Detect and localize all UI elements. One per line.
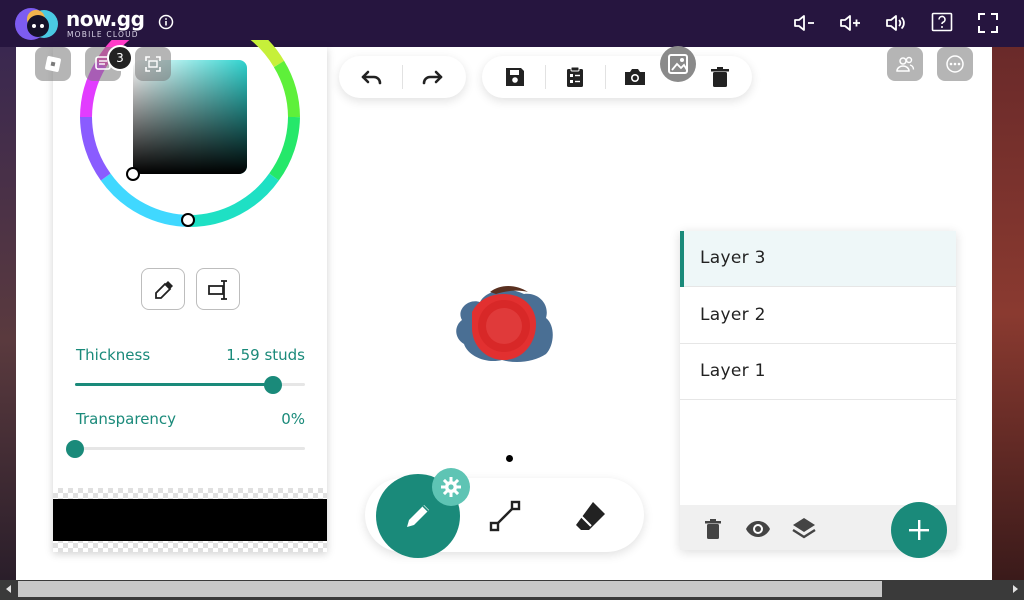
layer-label: Layer 1 xyxy=(700,361,766,381)
save-icon[interactable] xyxy=(502,64,528,90)
text-tool-button[interactable] xyxy=(196,268,240,310)
add-layer-button[interactable] xyxy=(891,502,947,558)
more-options-button[interactable] xyxy=(937,47,973,81)
roblox-menu-button[interactable] xyxy=(35,47,71,81)
scroll-left-icon[interactable] xyxy=(4,584,14,594)
brand-subtitle: MOBILE CLOUD xyxy=(67,30,139,39)
screenshot-mode-icon xyxy=(145,56,161,72)
volume-down-icon[interactable] xyxy=(792,11,816,35)
transparency-slider-handle[interactable] xyxy=(66,440,84,458)
redo-icon[interactable] xyxy=(419,64,445,90)
visibility-icon[interactable] xyxy=(745,516,771,542)
fullscreen-icon[interactable] xyxy=(976,11,1000,35)
canvas-drawing xyxy=(456,286,553,362)
text-cursor-icon xyxy=(208,280,227,300)
scrollbar-thumb[interactable] xyxy=(18,581,882,597)
speaker-icon[interactable] xyxy=(884,11,908,35)
info-icon[interactable] xyxy=(158,14,174,30)
background-left-edge xyxy=(0,47,16,580)
toolbar-divider xyxy=(545,65,546,89)
clipboard-icon[interactable] xyxy=(562,64,588,90)
volume-up-icon[interactable] xyxy=(838,11,862,35)
file-toolbar xyxy=(482,56,752,98)
delete-layer-icon[interactable] xyxy=(700,516,726,542)
layer-label: Layer 3 xyxy=(700,248,766,268)
gear-icon xyxy=(441,477,461,497)
trash-icon[interactable] xyxy=(707,64,733,90)
toolbar-divider xyxy=(605,65,606,89)
layers-icon[interactable] xyxy=(791,516,817,542)
thickness-label: Thickness xyxy=(76,346,151,364)
eraser-icon[interactable] xyxy=(573,498,609,534)
chat-count-badge: 3 xyxy=(107,45,133,71)
tool-settings-button[interactable] xyxy=(432,468,470,506)
layer-row[interactable]: Layer 1 xyxy=(680,344,956,400)
transparency-slider-track[interactable] xyxy=(75,447,305,450)
thickness-slider-handle[interactable] xyxy=(263,376,282,394)
roblox-logo-icon xyxy=(45,56,61,72)
toolbar-divider xyxy=(402,65,403,89)
brand-name: now.gg xyxy=(66,7,145,31)
scroll-right-icon[interactable] xyxy=(1010,584,1020,594)
screenshot-mode-button[interactable] xyxy=(135,47,171,81)
undo-icon[interactable] xyxy=(359,64,385,90)
thickness-slider-fill xyxy=(75,383,273,386)
canvas-cursor-dot xyxy=(506,455,513,462)
friends-button[interactable] xyxy=(887,47,923,81)
pencil-icon xyxy=(407,505,429,527)
friends-icon xyxy=(896,56,915,72)
active-layer-indicator xyxy=(680,231,684,287)
line-icon[interactable] xyxy=(488,499,522,533)
thickness-value: 1.59 studs xyxy=(226,346,305,364)
add-layer-icon xyxy=(909,520,929,540)
background-right-edge xyxy=(992,47,1024,580)
history-toolbar xyxy=(339,56,466,98)
nowgg-logo-icon xyxy=(15,8,58,40)
eyedropper-icon xyxy=(155,281,173,299)
layer-label: Layer 2 xyxy=(700,305,766,325)
current-color-preview xyxy=(53,499,327,541)
layer-row[interactable]: Layer 3 xyxy=(680,231,956,287)
camera-icon[interactable] xyxy=(622,64,648,90)
help-icon[interactable] xyxy=(930,11,954,35)
image-import-button[interactable] xyxy=(660,46,696,82)
layer-row[interactable]: Layer 2 xyxy=(680,288,956,344)
more-icon xyxy=(946,55,964,73)
transparency-label: Transparency xyxy=(76,410,177,428)
eyedropper-button[interactable] xyxy=(141,268,185,310)
transparency-value: 0% xyxy=(281,410,305,428)
